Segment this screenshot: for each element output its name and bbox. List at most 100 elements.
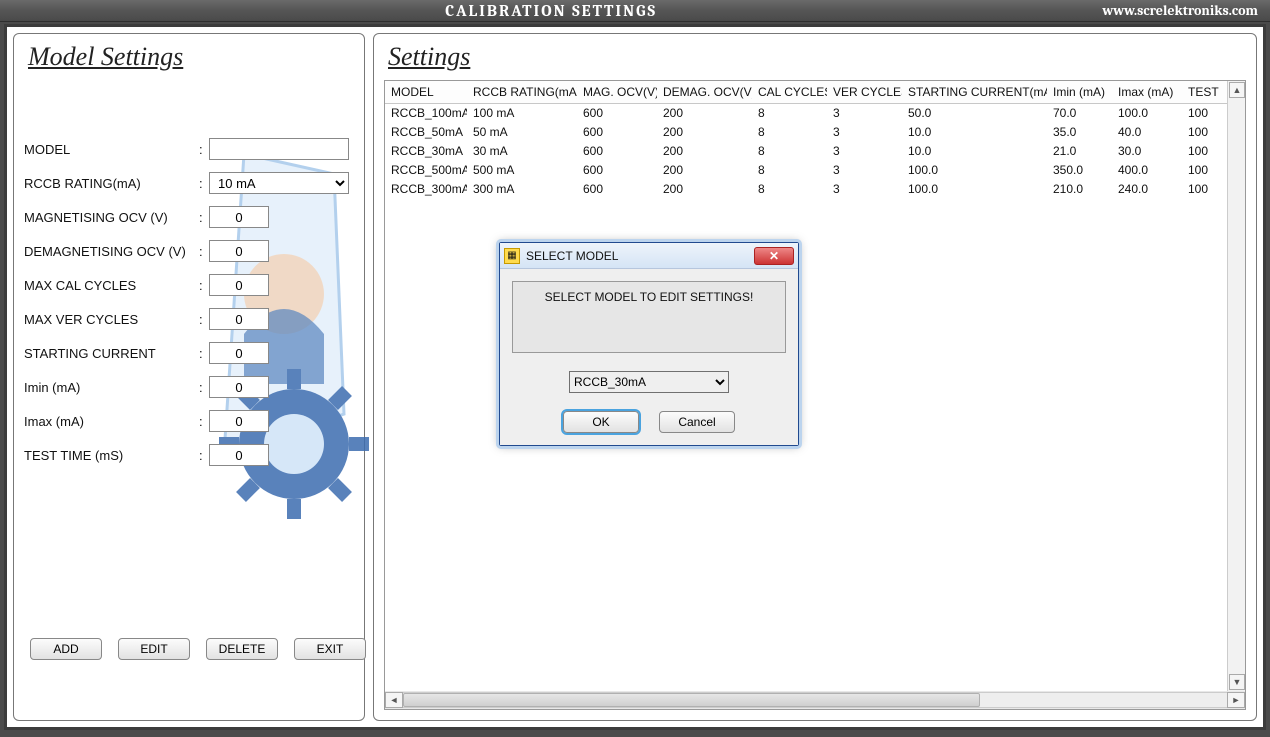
column-header[interactable]: VER CYCLES bbox=[827, 81, 902, 104]
settings-table[interactable]: MODELRCCB RATING(mA)MAG. OCV(V)DEMAG. OC… bbox=[385, 81, 1227, 199]
scroll-track[interactable] bbox=[403, 692, 1227, 708]
dialog-app-icon: ▦ bbox=[504, 248, 520, 264]
imin-input[interactable] bbox=[209, 376, 269, 398]
scroll-left-icon[interactable]: ◄ bbox=[385, 692, 403, 708]
title-bar: CALIBRATION SETTINGS www.screlektroniks.… bbox=[0, 0, 1270, 22]
imax-label: Imax (mA) bbox=[24, 414, 199, 429]
table-cell: 600 bbox=[577, 161, 657, 180]
max-ver-input[interactable] bbox=[209, 308, 269, 330]
scroll-thumb[interactable] bbox=[403, 693, 980, 707]
table-row[interactable]: RCCB_30mA30 mA6002008310.021.030.0100 bbox=[385, 142, 1227, 161]
table-cell: 30 mA bbox=[467, 142, 577, 161]
table-cell: 350.0 bbox=[1047, 161, 1112, 180]
test-time-input[interactable] bbox=[209, 444, 269, 466]
column-header[interactable]: STARTING CURRENT(mA) bbox=[902, 81, 1047, 104]
table-cell: 600 bbox=[577, 123, 657, 142]
dialog-titlebar[interactable]: ▦ SELECT MODEL ✕ bbox=[500, 243, 798, 269]
add-button[interactable]: ADD bbox=[30, 638, 102, 660]
model-select-dropdown[interactable]: RCCB_30mA bbox=[569, 371, 729, 393]
dialog-close-button[interactable]: ✕ bbox=[754, 247, 794, 265]
imax-input[interactable] bbox=[209, 410, 269, 432]
table-cell: 200 bbox=[657, 104, 752, 123]
table-cell: 70.0 bbox=[1047, 104, 1112, 123]
scroll-down-icon[interactable]: ▼ bbox=[1229, 674, 1245, 690]
rccb-rating-label: RCCB RATING(mA) bbox=[24, 176, 199, 191]
cancel-button[interactable]: Cancel bbox=[659, 411, 735, 433]
column-header[interactable]: Imax (mA) bbox=[1112, 81, 1182, 104]
column-header[interactable]: RCCB RATING(mA) bbox=[467, 81, 577, 104]
table-row[interactable]: RCCB_300mA300 mA60020083100.0210.0240.01… bbox=[385, 180, 1227, 199]
table-cell: 8 bbox=[752, 123, 827, 142]
table-cell: 100.0 bbox=[902, 161, 1047, 180]
table-cell: 50.0 bbox=[902, 104, 1047, 123]
table-cell: 3 bbox=[827, 104, 902, 123]
table-cell: 210.0 bbox=[1047, 180, 1112, 199]
table-row[interactable]: RCCB_100mA100 mA6002008350.070.0100.0100 bbox=[385, 104, 1227, 123]
table-cell: 8 bbox=[752, 180, 827, 199]
table-cell: 3 bbox=[827, 161, 902, 180]
table-cell: 200 bbox=[657, 161, 752, 180]
app-title: CALIBRATION SETTINGS bbox=[0, 2, 1102, 20]
table-cell: 50 mA bbox=[467, 123, 577, 142]
exit-button[interactable]: EXIT bbox=[294, 638, 366, 660]
column-header[interactable]: Imin (mA) bbox=[1047, 81, 1112, 104]
max-cal-input[interactable] bbox=[209, 274, 269, 296]
dialog-title: SELECT MODEL bbox=[526, 249, 618, 263]
table-row[interactable]: RCCB_500mA500 mA60020083100.0350.0400.01… bbox=[385, 161, 1227, 180]
max-ver-label: MAX VER CYCLES bbox=[24, 312, 199, 327]
column-header[interactable]: CAL CYCLES bbox=[752, 81, 827, 104]
table-cell: RCCB_50mA bbox=[385, 123, 467, 142]
model-settings-title: Model Settings bbox=[28, 42, 354, 72]
model-input[interactable] bbox=[209, 138, 349, 160]
edit-button[interactable]: EDIT bbox=[118, 638, 190, 660]
table-cell: 35.0 bbox=[1047, 123, 1112, 142]
site-url: www.screlektroniks.com bbox=[1102, 2, 1270, 19]
table-cell: RCCB_500mA bbox=[385, 161, 467, 180]
demag-ocv-label: DEMAGNETISING OCV (V) bbox=[24, 244, 199, 259]
settings-title: Settings bbox=[388, 42, 1246, 72]
table-cell: 600 bbox=[577, 104, 657, 123]
select-model-dialog: ▦ SELECT MODEL ✕ SELECT MODEL TO EDIT SE… bbox=[499, 242, 799, 446]
table-cell: 200 bbox=[657, 123, 752, 142]
table-cell: 300 mA bbox=[467, 180, 577, 199]
dialog-body: SELECT MODEL TO EDIT SETTINGS! RCCB_30mA… bbox=[500, 269, 798, 445]
column-header[interactable]: MODEL bbox=[385, 81, 467, 104]
table-cell: 400.0 bbox=[1112, 161, 1182, 180]
model-label: MODEL bbox=[24, 142, 199, 157]
test-time-label: TEST TIME (mS) bbox=[24, 448, 199, 463]
column-header[interactable]: TEST bbox=[1182, 81, 1227, 104]
rccb-rating-select[interactable]: 10 mA bbox=[209, 172, 349, 194]
table-cell: 600 bbox=[577, 180, 657, 199]
model-form: MODEL : RCCB RATING(mA) : 10 mA MAGNETIS… bbox=[24, 132, 354, 472]
table-cell: 100 bbox=[1182, 142, 1227, 161]
table-cell: 10.0 bbox=[902, 123, 1047, 142]
start-curr-input[interactable] bbox=[209, 342, 269, 364]
max-cal-label: MAX CAL CYCLES bbox=[24, 278, 199, 293]
table-cell: 600 bbox=[577, 142, 657, 161]
main-container: Model Settings MODEL : bbox=[4, 24, 1266, 730]
table-cell: 100 bbox=[1182, 161, 1227, 180]
delete-button[interactable]: DELETE bbox=[206, 638, 278, 660]
table-cell: 100 bbox=[1182, 123, 1227, 142]
table-cell: 3 bbox=[827, 180, 902, 199]
table-cell: 30.0 bbox=[1112, 142, 1182, 161]
scroll-up-icon[interactable]: ▲ bbox=[1229, 82, 1245, 98]
table-cell: 100.0 bbox=[902, 180, 1047, 199]
scroll-right-icon[interactable]: ► bbox=[1227, 692, 1245, 708]
table-cell: 200 bbox=[657, 180, 752, 199]
column-header[interactable]: DEMAG. OCV(V) bbox=[657, 81, 752, 104]
horizontal-scrollbar[interactable]: ◄ ► bbox=[385, 691, 1245, 709]
demag-ocv-input[interactable] bbox=[209, 240, 269, 262]
table-cell: 3 bbox=[827, 123, 902, 142]
table-cell: 8 bbox=[752, 104, 827, 123]
column-header[interactable]: MAG. OCV(V) bbox=[577, 81, 657, 104]
table-cell: 100 bbox=[1182, 104, 1227, 123]
mag-ocv-input[interactable] bbox=[209, 206, 269, 228]
table-cell: 40.0 bbox=[1112, 123, 1182, 142]
ok-button[interactable]: OK bbox=[563, 411, 639, 433]
table-cell: 3 bbox=[827, 142, 902, 161]
dialog-message: SELECT MODEL TO EDIT SETTINGS! bbox=[512, 281, 786, 353]
vertical-scrollbar[interactable]: ▲ ▼ bbox=[1227, 81, 1245, 691]
table-cell: 100 mA bbox=[467, 104, 577, 123]
table-row[interactable]: RCCB_50mA50 mA6002008310.035.040.0100 bbox=[385, 123, 1227, 142]
